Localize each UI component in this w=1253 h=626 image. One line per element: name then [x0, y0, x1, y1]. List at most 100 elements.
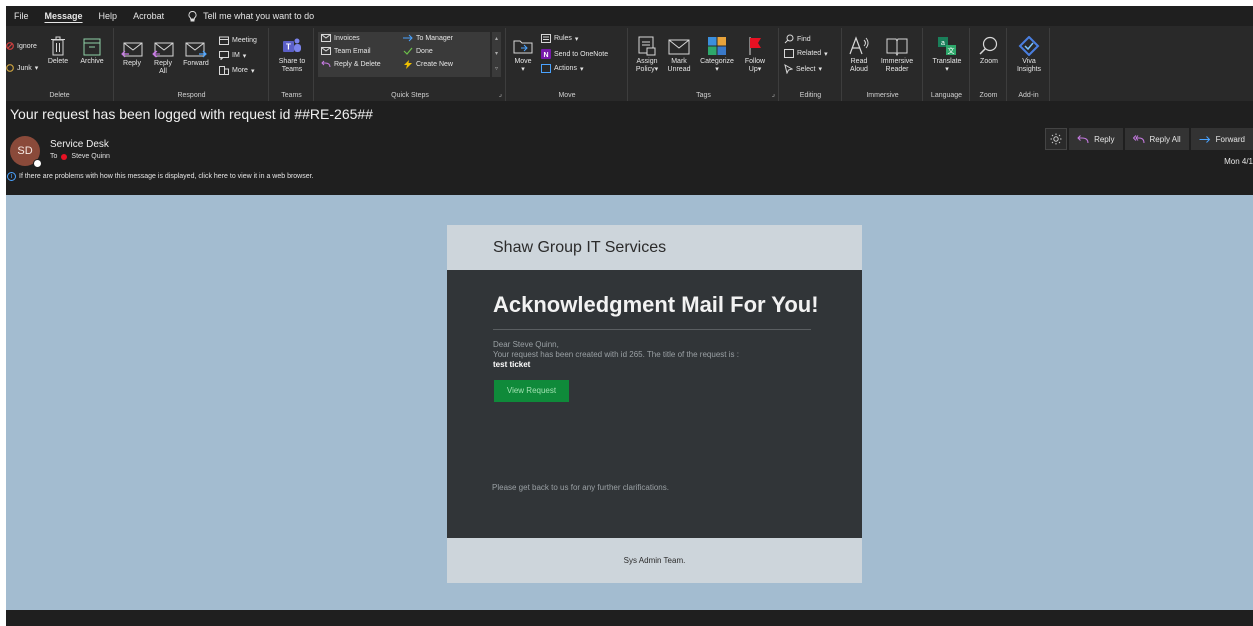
archive-button[interactable]: Archive — [76, 36, 108, 66]
translate-button[interactable]: a文 Translate ▾ — [928, 36, 966, 74]
mark-unread-button[interactable]: Mark Unread — [665, 36, 693, 74]
group-language: a文 Translate ▾ Language — [924, 28, 970, 101]
archive-icon — [83, 38, 101, 56]
group-editing: Find Related ▾ Select ▾ Editing — [780, 28, 842, 101]
related-icon — [784, 49, 794, 58]
ignore-button[interactable]: Ignore — [6, 42, 37, 50]
group-immersive: Read Aloud Immersive Reader Immersive — [843, 28, 923, 101]
related-button[interactable]: Related ▾ — [784, 49, 828, 58]
im-button[interactable]: IM ▾ — [219, 51, 246, 60]
sender-name[interactable]: Service Desk — [50, 139, 109, 150]
share-to-teams-button[interactable]: T Share to Teams — [274, 36, 310, 74]
group-label-tags: Tags — [696, 92, 711, 99]
group-tags: Assign Policy▾ Mark Unread Categorize ▾ F… — [629, 28, 779, 101]
arrow-right-icon — [403, 34, 413, 42]
reply-action-button[interactable]: Reply — [1069, 128, 1123, 150]
group-label-move: Move — [558, 92, 576, 99]
quickstep-to-manager[interactable]: To Manager — [403, 34, 453, 42]
group-label-zoom: Zoom — [979, 92, 998, 99]
junk-button[interactable]: Junk ▾ — [6, 64, 38, 72]
rules-button[interactable]: Rules ▾ — [541, 34, 578, 43]
trash-icon — [51, 36, 65, 56]
assign-policy-button[interactable]: Assign Policy▾ — [633, 36, 661, 74]
forward-action-button[interactable]: Forward — [1190, 128, 1253, 150]
forward-icon — [185, 42, 207, 58]
move-button[interactable]: Move ▾ — [511, 36, 535, 74]
send-to-onenote-button[interactable]: N Send to OneNote — [541, 49, 608, 59]
chat-icon — [219, 51, 229, 60]
more-respond-button[interactable]: More ▾ — [219, 66, 254, 75]
recipient-name[interactable]: Steve Quinn — [71, 153, 110, 160]
quick-steps-scroll[interactable]: ▴ ▾ ▿ — [492, 32, 501, 77]
browser-view-notice[interactable]: i If there are problems with how this me… — [7, 172, 314, 181]
outlook-message-window: File Message Help Acrobat Tell me what y… — [6, 6, 1253, 626]
group-label-teams: Teams — [281, 92, 302, 99]
calendar-icon — [219, 36, 229, 45]
bottom-bar — [6, 610, 1253, 626]
reply-button[interactable]: Reply — [119, 40, 145, 68]
reply-all-icon — [152, 42, 174, 58]
reply-icon — [121, 42, 143, 58]
tell-me-search[interactable]: Tell me what you want to do — [172, 6, 322, 26]
browser-view-notice-text: If there are problems with how this mess… — [19, 173, 314, 180]
checkmark-icon — [403, 47, 413, 55]
quickstep-reply-delete[interactable]: Reply & Delete — [321, 60, 381, 68]
find-button[interactable]: Find — [784, 34, 811, 44]
request-title: test ticket — [493, 360, 531, 369]
group-quick-steps: Invoices Team Email Reply & Delete To Ma… — [315, 28, 506, 101]
actions-icon — [541, 64, 551, 73]
meeting-button[interactable]: Meeting — [219, 36, 257, 45]
quickstep-done[interactable]: Done — [403, 47, 433, 55]
view-request-button[interactable]: View Request — [494, 380, 569, 402]
teams-icon: T — [283, 38, 301, 52]
quickstep-create-new[interactable]: Create New — [403, 60, 453, 69]
group-move: Move ▾ Rules ▾ N Send to OneNote Actions ▾ … — [507, 28, 628, 101]
reply-all-action-button[interactable]: Reply All — [1124, 128, 1189, 150]
menu-message[interactable]: Message — [37, 6, 91, 26]
group-label-respond: Respond — [177, 92, 206, 99]
envelope-icon — [668, 39, 690, 55]
immersive-reader-button[interactable]: Immersive Reader — [877, 36, 917, 74]
clarification-text: Please get back to us for any further cl… — [492, 483, 669, 492]
zoom-button[interactable]: Zoom — [975, 36, 1003, 66]
menu-acrobat[interactable]: Acrobat — [125, 6, 172, 26]
categorize-button[interactable]: Categorize ▾ — [697, 36, 737, 74]
cursor-icon — [784, 64, 793, 74]
read-aloud-button[interactable]: Read Aloud — [845, 36, 873, 74]
select-button[interactable]: Select ▾ — [784, 64, 822, 74]
svg-text:a: a — [941, 40, 945, 47]
more-icon — [219, 66, 229, 75]
envelope-icon — [321, 34, 331, 42]
menu-help[interactable]: Help — [91, 6, 126, 26]
delete-button[interactable]: Delete — [46, 36, 70, 66]
immersive-reader-icon — [886, 38, 908, 56]
dialog-launcher-icon[interactable]: ⌟ — [499, 90, 502, 98]
menu-bar: File Message Help Acrobat Tell me what y… — [6, 6, 1253, 26]
reply-all-button[interactable]: Reply All — [149, 40, 177, 76]
recipient-status-dot — [61, 153, 68, 160]
read-aloud-icon — [849, 36, 869, 55]
envelope-icon — [321, 47, 331, 55]
svg-text:文: 文 — [948, 46, 955, 55]
quickstep-team-email[interactable]: Team Email — [321, 47, 371, 55]
group-zoom: Zoom Zoom — [971, 28, 1007, 101]
request-created-text: Your request has been created with id 26… — [493, 350, 739, 359]
viva-insights-button[interactable]: Viva Insights — [1011, 36, 1047, 74]
theme-toggle-button[interactable] — [1045, 128, 1068, 150]
lightbulb-icon — [188, 10, 197, 21]
zoom-icon — [979, 36, 998, 55]
search-icon — [784, 34, 794, 44]
dialog-launcher-icon[interactable]: ⌟ — [772, 90, 775, 98]
lightning-icon — [404, 60, 412, 69]
follow-up-button[interactable]: Follow Up▾ — [741, 36, 769, 74]
message-date: Mon 4/1 — [1224, 157, 1253, 166]
group-delete: Ignore Junk ▾ Delete Archive Delete — [6, 28, 114, 101]
menu-file[interactable]: File — [6, 6, 37, 26]
ignore-icon — [6, 42, 14, 50]
forward-button[interactable]: Forward — [181, 40, 211, 68]
group-respond: Reply Reply All Forward Meeting IM ▾ Mor… — [115, 28, 269, 101]
quickstep-invoices[interactable]: Invoices — [321, 34, 360, 42]
message-body: Shaw Group IT Services Acknowledgment Ma… — [6, 195, 1253, 610]
ribbon: Ignore Junk ▾ Delete Archive Delete Reply — [6, 26, 1253, 101]
actions-button[interactable]: Actions ▾ — [541, 64, 583, 73]
